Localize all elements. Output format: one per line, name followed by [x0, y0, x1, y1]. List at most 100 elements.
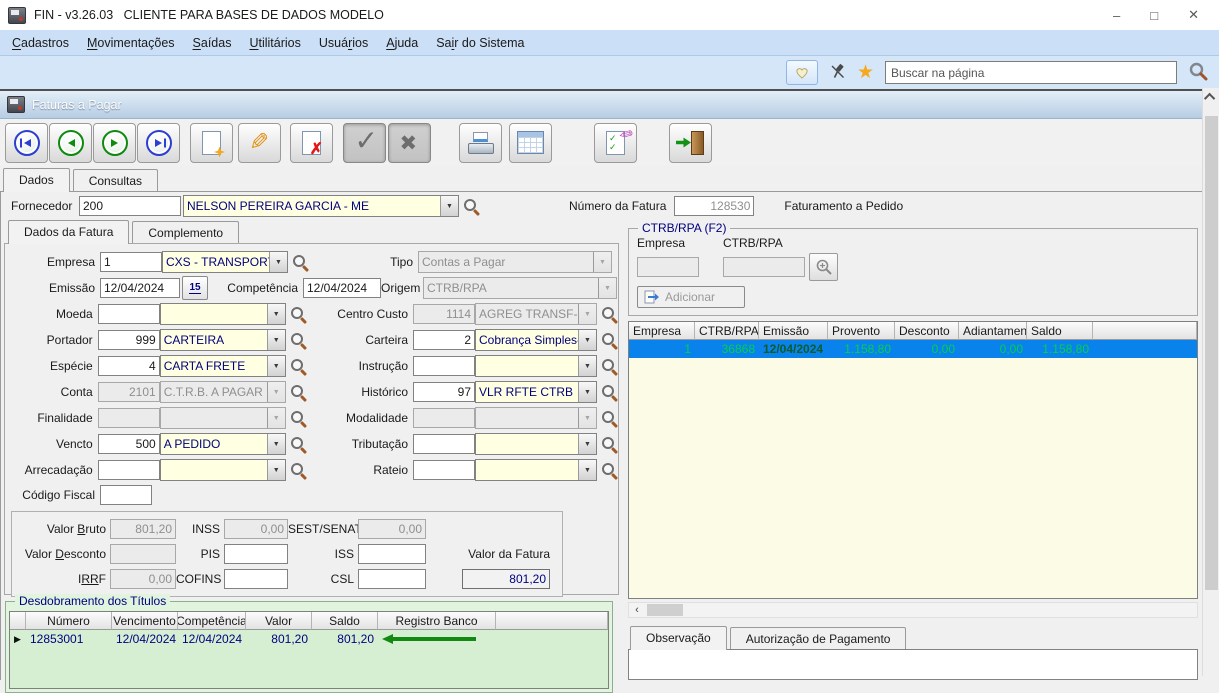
- mdi-titlebar[interactable]: Faturas a Pagar: [0, 91, 1202, 119]
- moeda-code-input[interactable]: [98, 304, 160, 324]
- finalidade-lookup-button[interactable]: [289, 409, 307, 427]
- search-input[interactable]: [885, 61, 1177, 84]
- emissao-date-input[interactable]: 12/04/2024: [100, 278, 180, 298]
- exit-button[interactable]: [669, 123, 712, 163]
- especie-code-input[interactable]: 4: [98, 356, 160, 376]
- finalidade-code-input[interactable]: [98, 408, 160, 428]
- historico-code-input[interactable]: 97: [413, 382, 475, 402]
- empresa-combo[interactable]: CXS - TRANSPORTES TRANS ▼: [162, 251, 288, 273]
- tab-dados-da-fatura[interactable]: Dados da Fatura: [8, 220, 129, 244]
- chevron-down-icon[interactable]: ▼: [578, 434, 596, 454]
- scrollbar-thumb[interactable]: [647, 604, 683, 616]
- pis-input[interactable]: [224, 544, 288, 564]
- scroll-left-icon[interactable]: ‹: [629, 603, 645, 617]
- centro-custo-combo[interactable]: AGREG TRANSF-MT▼: [475, 303, 597, 325]
- modalidade-code-input[interactable]: [413, 408, 475, 428]
- arrecadacao-combo[interactable]: ▼: [160, 459, 286, 481]
- tipo-combo[interactable]: Contas a Pagar ▼: [418, 251, 612, 273]
- inss-input[interactable]: 0,00: [224, 519, 288, 539]
- cofins-input[interactable]: [224, 569, 288, 589]
- carteira-combo[interactable]: Cobrança Simples-D▼: [475, 329, 597, 351]
- menu-item-saidas[interactable]: Saídas: [184, 33, 241, 53]
- tab-dados[interactable]: Dados: [3, 168, 70, 192]
- rateio-lookup-button[interactable]: [600, 461, 618, 479]
- menu-item-sair-do-sistema[interactable]: Sair do Sistema: [427, 33, 533, 53]
- column-header-vencimento[interactable]: Vencimento: [112, 612, 178, 630]
- vencto-code-input[interactable]: 500: [98, 434, 160, 454]
- table-row-selected[interactable]: 13686812/04/20241.158,800,000,001.158,80: [629, 340, 1197, 358]
- chevron-down-icon[interactable]: ▼: [267, 434, 285, 454]
- instrucao-code-input[interactable]: [413, 356, 475, 376]
- historico-lookup-button[interactable]: [600, 383, 618, 401]
- competencia-date-input[interactable]: 12/04/2024: [303, 278, 381, 298]
- especie-combo[interactable]: CARTA FRETE▼: [160, 355, 286, 377]
- menu-item-ajuda[interactable]: Ajuda: [377, 33, 427, 53]
- print-button[interactable]: [459, 123, 502, 163]
- column-header-desconto[interactable]: Desconto: [895, 322, 959, 340]
- carteira-code-input[interactable]: 2: [413, 330, 475, 350]
- empresa-lookup-button[interactable]: [291, 253, 309, 271]
- centro-custo-lookup-button[interactable]: [600, 305, 618, 323]
- chevron-down-icon[interactable]: ▼: [578, 460, 596, 480]
- chevron-down-icon[interactable]: ▼: [267, 460, 285, 480]
- column-header-adiantamento[interactable]: Adiantamento: [959, 322, 1027, 340]
- instrucao-lookup-button[interactable]: [600, 357, 618, 375]
- moeda-combo[interactable]: ▼: [160, 303, 286, 325]
- conta-code-input[interactable]: 2101: [98, 382, 160, 402]
- adicionar-button[interactable]: Adicionar: [637, 286, 745, 308]
- chevron-down-icon[interactable]: ▼: [578, 330, 596, 350]
- rateio-code-input[interactable]: [413, 460, 475, 480]
- menu-item-cadastros[interactable]: Cadastros: [3, 33, 78, 53]
- tributacao-combo[interactable]: ▼: [475, 433, 597, 455]
- empresa-code-input[interactable]: 1: [100, 252, 162, 272]
- desdobramento-table[interactable]: NúmeroVencimentoCompetênciaValorSaldoReg…: [9, 611, 609, 689]
- chevron-down-icon[interactable]: ▼: [267, 356, 285, 376]
- favorites-dropdown-button[interactable]: [786, 60, 818, 85]
- portador-code-input[interactable]: 999: [98, 330, 160, 350]
- column-header-valor[interactable]: Valor: [246, 612, 312, 630]
- column-header-saldo[interactable]: Saldo: [1027, 322, 1093, 340]
- ctrb-table[interactable]: EmpresaCTRB/RPAEmissãoProventoDescontoAd…: [628, 321, 1198, 599]
- ctrb-horizontal-scrollbar[interactable]: ‹: [628, 602, 1198, 618]
- search-icon[interactable]: [1188, 61, 1209, 85]
- finalidade-combo[interactable]: ▼: [160, 407, 286, 429]
- codigo-fiscal-input[interactable]: [100, 485, 152, 505]
- grid-view-button[interactable]: [509, 123, 552, 163]
- vertical-scrollbar-thumb[interactable]: [1205, 116, 1218, 590]
- chevron-down-icon[interactable]: ▼: [578, 382, 596, 402]
- irrf-input[interactable]: 0,00: [110, 569, 176, 589]
- next-record-button[interactable]: [93, 123, 136, 163]
- tab-consultas[interactable]: Consultas: [73, 169, 158, 191]
- arrecadacao-lookup-button[interactable]: [289, 461, 307, 479]
- fornecedor-code-input[interactable]: 200: [79, 196, 181, 216]
- sest-senat-input[interactable]: 0,00: [358, 519, 426, 539]
- conta-combo[interactable]: C.T.R.B. A PAGAR▼: [160, 381, 286, 403]
- cancel-record-button[interactable]: [388, 123, 431, 163]
- vencto-combo[interactable]: A PEDIDO▼: [160, 433, 286, 455]
- observacao-textarea[interactable]: [628, 649, 1198, 680]
- instrucao-combo[interactable]: ▼: [475, 355, 597, 377]
- vertical-scrollbar[interactable]: [1202, 88, 1219, 676]
- tab-complemento[interactable]: Complemento: [132, 221, 239, 243]
- centro-custo-code-input[interactable]: 1114: [413, 304, 475, 324]
- arrecadacao-code-input[interactable]: [98, 460, 160, 480]
- ctrb-empresa-input[interactable]: [637, 257, 699, 277]
- tab-autorizacao-de-pagamento[interactable]: Autorização de Pagamento: [730, 627, 907, 649]
- valor-desconto-input[interactable]: [110, 544, 176, 564]
- moeda-lookup-button[interactable]: [289, 305, 307, 323]
- historico-combo[interactable]: VLR RFTE CTRB▼: [475, 381, 597, 403]
- iss-input[interactable]: [358, 544, 426, 564]
- delete-record-button[interactable]: [290, 123, 333, 163]
- modalidade-combo[interactable]: ▼: [475, 407, 597, 429]
- portador-lookup-button[interactable]: [289, 331, 307, 349]
- column-header-numero[interactable]: Número: [26, 612, 112, 630]
- tributacao-code-input[interactable]: [413, 434, 475, 454]
- column-header-provento[interactable]: Provento: [828, 322, 895, 340]
- prior-record-button[interactable]: [49, 123, 92, 163]
- numero-fatura-input[interactable]: 128530: [674, 196, 754, 216]
- menu-item-utilitarios[interactable]: Utilitários: [240, 33, 309, 53]
- tributacao-lookup-button[interactable]: [600, 435, 618, 453]
- edit-record-button[interactable]: [238, 123, 281, 163]
- conta-lookup-button[interactable]: [289, 383, 307, 401]
- first-record-button[interactable]: [5, 123, 48, 163]
